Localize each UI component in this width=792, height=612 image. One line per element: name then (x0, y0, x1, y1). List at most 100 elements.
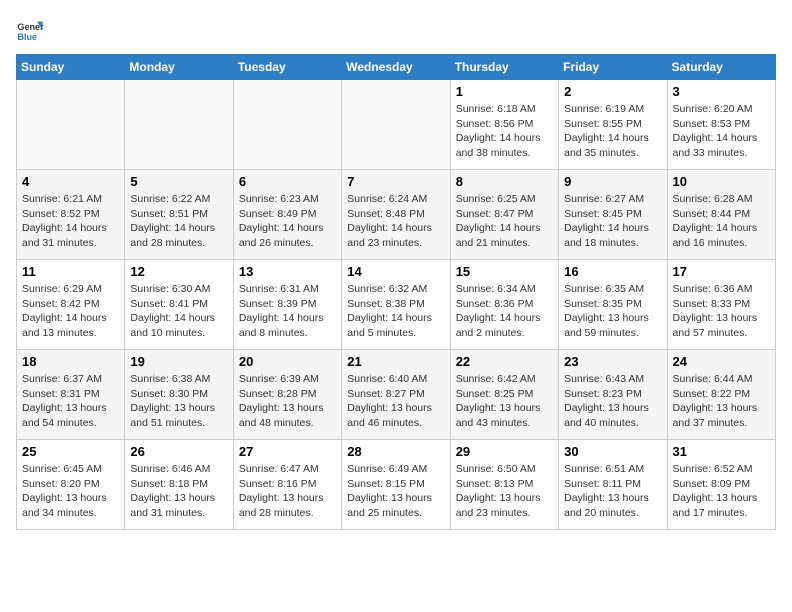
day-info: Sunrise: 6:52 AM Sunset: 8:09 PM Dayligh… (673, 462, 770, 521)
day-number: 8 (456, 174, 553, 189)
calendar-cell: 7 Sunrise: 6:24 AM Sunset: 8:48 PM Daylig… (342, 170, 450, 260)
day-number: 22 (456, 354, 553, 369)
day-info: Sunrise: 6:28 AM Sunset: 8:44 PM Dayligh… (673, 192, 770, 251)
calendar-cell: 28 Sunrise: 6:49 AM Sunset: 8:15 PM Dayli… (342, 440, 450, 530)
day-number: 9 (564, 174, 661, 189)
day-info: Sunrise: 6:23 AM Sunset: 8:49 PM Dayligh… (239, 192, 336, 251)
day-number: 13 (239, 264, 336, 279)
day-number: 7 (347, 174, 444, 189)
calendar-cell: 8Sunrise: 6:25 AM Sunset: 8:47 PM Daylig… (450, 170, 558, 260)
day-number: 24 (673, 354, 770, 369)
week-row-3: 11 Sunrise: 6:29 AM Sunset: 8:42 PM Dayli… (17, 260, 776, 350)
day-info: Sunrise: 6:38 AM Sunset: 8:30 PM Dayligh… (130, 372, 227, 431)
day-number: 30 (564, 444, 661, 459)
page-header: General Blue (16, 16, 776, 44)
day-info: Sunrise: 6:24 AM Sunset: 8:48 PM Dayligh… (347, 192, 444, 251)
weekday-header-friday: Friday (559, 55, 667, 80)
day-number: 11 (22, 264, 119, 279)
day-number: 19 (130, 354, 227, 369)
logo: General Blue (16, 16, 48, 44)
day-info: Sunrise: 6:43 AM Sunset: 8:23 PM Dayligh… (564, 372, 661, 431)
day-info: Sunrise: 6:39 AM Sunset: 8:28 PM Dayligh… (239, 372, 336, 431)
calendar-cell: 2Sunrise: 6:19 AM Sunset: 8:55 PM Daylig… (559, 80, 667, 170)
day-number: 18 (22, 354, 119, 369)
weekday-header-sunday: Sunday (17, 55, 125, 80)
day-number: 4 (22, 174, 119, 189)
calendar-cell: 23 Sunrise: 6:43 AM Sunset: 8:23 PM Dayli… (559, 350, 667, 440)
calendar-cell: 15 Sunrise: 6:34 AM Sunset: 8:36 PM Dayli… (450, 260, 558, 350)
day-info: Sunrise: 6:45 AM Sunset: 8:20 PM Dayligh… (22, 462, 119, 521)
day-info: Sunrise: 6:32 AM Sunset: 8:38 PM Dayligh… (347, 282, 444, 341)
day-info: Sunrise: 6:47 AM Sunset: 8:16 PM Dayligh… (239, 462, 336, 521)
day-number: 6 (239, 174, 336, 189)
day-info: Sunrise: 6:49 AM Sunset: 8:15 PM Dayligh… (347, 462, 444, 521)
day-number: 29 (456, 444, 553, 459)
day-number: 25 (22, 444, 119, 459)
week-row-4: 18 Sunrise: 6:37 AM Sunset: 8:31 PM Dayli… (17, 350, 776, 440)
calendar-cell: 13 Sunrise: 6:31 AM Sunset: 8:39 PM Dayli… (233, 260, 341, 350)
day-number: 17 (673, 264, 770, 279)
calendar-cell: 19 Sunrise: 6:38 AM Sunset: 8:30 PM Dayli… (125, 350, 233, 440)
week-row-2: 4Sunrise: 6:21 AM Sunset: 8:52 PM Daylig… (17, 170, 776, 260)
calendar-cell: 27 Sunrise: 6:47 AM Sunset: 8:16 PM Dayli… (233, 440, 341, 530)
day-info: Sunrise: 6:51 AM Sunset: 8:11 PM Dayligh… (564, 462, 661, 521)
calendar-cell: 3Sunrise: 6:20 AM Sunset: 8:53 PM Daylig… (667, 80, 775, 170)
day-info: Sunrise: 6:35 AM Sunset: 8:35 PM Dayligh… (564, 282, 661, 341)
day-info: Sunrise: 6:19 AM Sunset: 8:55 PM Dayligh… (564, 102, 661, 161)
calendar-cell (125, 80, 233, 170)
day-number: 15 (456, 264, 553, 279)
calendar-cell: 17 Sunrise: 6:36 AM Sunset: 8:33 PM Dayli… (667, 260, 775, 350)
weekday-header-saturday: Saturday (667, 55, 775, 80)
day-info: Sunrise: 6:29 AM Sunset: 8:42 PM Dayligh… (22, 282, 119, 341)
day-number: 28 (347, 444, 444, 459)
calendar-cell: 1Sunrise: 6:18 AM Sunset: 8:56 PM Daylig… (450, 80, 558, 170)
calendar-cell: 6 Sunrise: 6:23 AM Sunset: 8:49 PM Daylig… (233, 170, 341, 260)
day-number: 10 (673, 174, 770, 189)
day-info: Sunrise: 6:40 AM Sunset: 8:27 PM Dayligh… (347, 372, 444, 431)
day-info: Sunrise: 6:36 AM Sunset: 8:33 PM Dayligh… (673, 282, 770, 341)
day-info: Sunrise: 6:20 AM Sunset: 8:53 PM Dayligh… (673, 102, 770, 161)
day-number: 31 (673, 444, 770, 459)
day-number: 12 (130, 264, 227, 279)
day-number: 20 (239, 354, 336, 369)
calendar-cell: 29 Sunrise: 6:50 AM Sunset: 8:13 PM Dayli… (450, 440, 558, 530)
day-number: 21 (347, 354, 444, 369)
day-info: Sunrise: 6:31 AM Sunset: 8:39 PM Dayligh… (239, 282, 336, 341)
day-number: 5 (130, 174, 227, 189)
weekday-header-tuesday: Tuesday (233, 55, 341, 80)
calendar-cell: 31 Sunrise: 6:52 AM Sunset: 8:09 PM Dayli… (667, 440, 775, 530)
day-number: 23 (564, 354, 661, 369)
svg-text:Blue: Blue (17, 32, 37, 42)
calendar-cell: 11 Sunrise: 6:29 AM Sunset: 8:42 PM Dayli… (17, 260, 125, 350)
day-number: 26 (130, 444, 227, 459)
calendar-cell (17, 80, 125, 170)
week-row-1: 1Sunrise: 6:18 AM Sunset: 8:56 PM Daylig… (17, 80, 776, 170)
calendar-cell (233, 80, 341, 170)
day-info: Sunrise: 6:30 AM Sunset: 8:41 PM Dayligh… (130, 282, 227, 341)
day-info: Sunrise: 6:34 AM Sunset: 8:36 PM Dayligh… (456, 282, 553, 341)
day-number: 14 (347, 264, 444, 279)
day-info: Sunrise: 6:42 AM Sunset: 8:25 PM Dayligh… (456, 372, 553, 431)
weekday-header-wednesday: Wednesday (342, 55, 450, 80)
day-number: 1 (456, 84, 553, 99)
day-info: Sunrise: 6:50 AM Sunset: 8:13 PM Dayligh… (456, 462, 553, 521)
calendar-cell: 22 Sunrise: 6:42 AM Sunset: 8:25 PM Dayli… (450, 350, 558, 440)
logo-icon: General Blue (16, 16, 44, 44)
weekday-header-thursday: Thursday (450, 55, 558, 80)
calendar-cell (342, 80, 450, 170)
calendar-cell: 4Sunrise: 6:21 AM Sunset: 8:52 PM Daylig… (17, 170, 125, 260)
day-info: Sunrise: 6:46 AM Sunset: 8:18 PM Dayligh… (130, 462, 227, 521)
calendar-cell: 21 Sunrise: 6:40 AM Sunset: 8:27 PM Dayli… (342, 350, 450, 440)
calendar-table: SundayMondayTuesdayWednesdayThursdayFrid… (16, 54, 776, 530)
week-row-5: 25 Sunrise: 6:45 AM Sunset: 8:20 PM Dayli… (17, 440, 776, 530)
calendar-cell: 26 Sunrise: 6:46 AM Sunset: 8:18 PM Dayli… (125, 440, 233, 530)
calendar-cell: 24Sunrise: 6:44 AM Sunset: 8:22 PM Dayli… (667, 350, 775, 440)
day-info: Sunrise: 6:37 AM Sunset: 8:31 PM Dayligh… (22, 372, 119, 431)
calendar-cell: 9Sunrise: 6:27 AM Sunset: 8:45 PM Daylig… (559, 170, 667, 260)
weekday-header-row: SundayMondayTuesdayWednesdayThursdayFrid… (17, 55, 776, 80)
calendar-cell: 10 Sunrise: 6:28 AM Sunset: 8:44 PM Dayli… (667, 170, 775, 260)
calendar-cell: 16 Sunrise: 6:35 AM Sunset: 8:35 PM Dayli… (559, 260, 667, 350)
day-number: 16 (564, 264, 661, 279)
calendar-cell: 5Sunrise: 6:22 AM Sunset: 8:51 PM Daylig… (125, 170, 233, 260)
day-number: 27 (239, 444, 336, 459)
